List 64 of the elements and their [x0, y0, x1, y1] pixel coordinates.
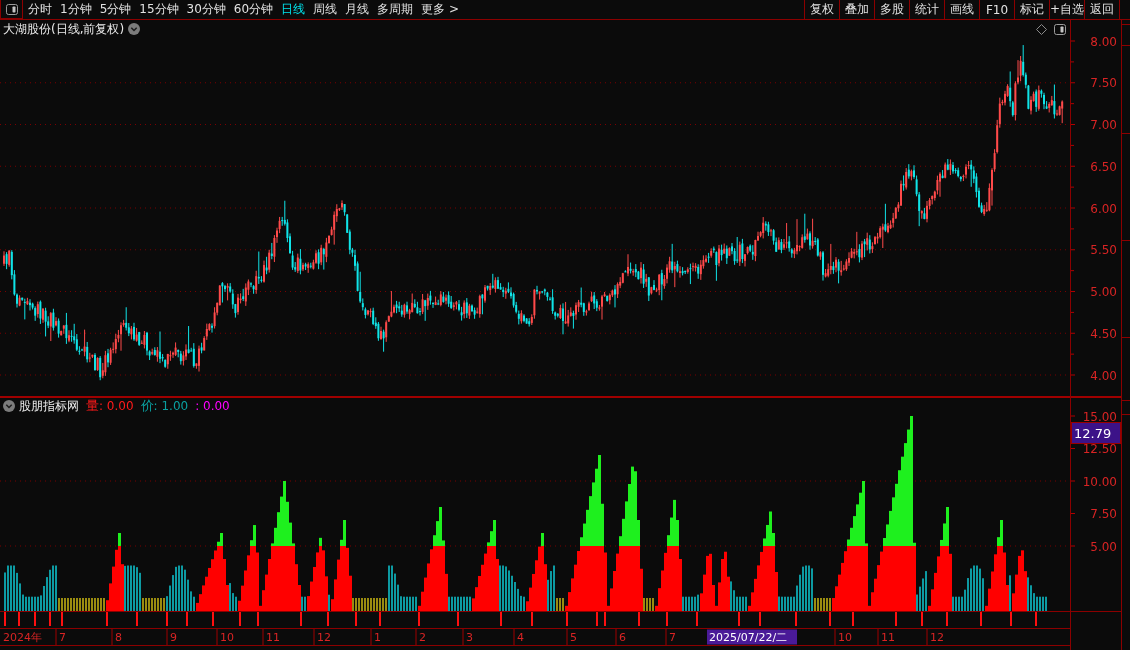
toolbar-button[interactable]: 复权	[804, 0, 839, 19]
price-axis-label: 4.00	[1090, 368, 1117, 383]
period-tab[interactable]: 15分钟	[135, 0, 183, 19]
period-tab[interactable]: 月线	[341, 0, 374, 19]
date-axis-label: 3	[466, 631, 473, 644]
date-axis-label: 2024年	[3, 631, 42, 644]
diamond-icon[interactable]	[1036, 23, 1047, 35]
price-axis-label: 6.00	[1090, 201, 1117, 216]
date-axis-label: 1	[374, 631, 381, 644]
date-axis-label: 10	[220, 631, 234, 644]
indicator-axis-label: 7.50	[1090, 507, 1117, 521]
date-axis-label: 6	[619, 631, 626, 644]
date-axis-label: 10	[838, 631, 852, 644]
date-axis-label: 2	[419, 631, 426, 644]
period-tab[interactable]: 更多 >	[417, 0, 463, 19]
toolbar-button[interactable]: 多股	[874, 0, 909, 19]
price-axis-label: 5.00	[1090, 285, 1117, 299]
panel-toggle-button[interactable]	[0, 0, 23, 19]
toolbar-button[interactable]: 叠加	[839, 0, 874, 19]
price-axis-label: 5.50	[1090, 243, 1117, 258]
legend-item: : 0.00	[195, 399, 230, 413]
indicator-name: 股朋指标网	[19, 397, 79, 415]
date-axis-label: 8	[115, 631, 122, 644]
period-tab[interactable]: 多周期	[373, 0, 418, 19]
indicator-axis-label: 12.50	[1082, 442, 1117, 456]
legend-item: 量: 0.00	[86, 397, 134, 415]
split-square-icon[interactable]	[5, 3, 18, 15]
toolbar-button[interactable]: +自选	[1049, 0, 1084, 19]
date-axis-label: 12	[930, 631, 944, 644]
indicator-axis-label: 5.00	[1090, 539, 1117, 554]
toolbar-button[interactable]: 统计	[909, 0, 944, 19]
period-tab[interactable]: 1分钟	[56, 0, 96, 19]
period-tab[interactable]: 5分钟	[95, 0, 136, 19]
period-tab[interactable]: 分时	[24, 0, 56, 19]
price-axis-label: 7.00	[1090, 118, 1117, 132]
period-tab[interactable]: 60分钟	[229, 0, 278, 19]
chevron-circle-icon[interactable]	[3, 400, 15, 412]
indicator-axis-label: 10.00	[1082, 474, 1117, 489]
price-axis-label: 6.50	[1090, 159, 1117, 174]
period-tab[interactable]: 周线	[309, 0, 342, 19]
date-cursor-label: 2025/07/22/二	[707, 629, 797, 645]
indicator-axis-label: 15.00	[1082, 409, 1117, 424]
toolbar-button[interactable]: 返回	[1084, 0, 1119, 19]
date-axis-label: 11	[881, 631, 895, 644]
date-axis-label: 9	[170, 631, 177, 644]
date-axis-label: 11	[266, 631, 280, 644]
period-tab[interactable]: 日线	[277, 0, 310, 19]
date-axis-label: 4	[517, 631, 524, 644]
current-value-label: 12.79	[1071, 422, 1121, 444]
toolbar-button[interactable]: 画线	[944, 0, 979, 19]
chart-title: 大湖股份(日线,前复权)	[3, 20, 125, 38]
price-axis-label: 4.50	[1090, 326, 1117, 341]
toolbar-button[interactable]: 标记	[1014, 0, 1049, 19]
date-axis-label: 12	[317, 631, 331, 644]
date-axis-label: 7	[59, 631, 66, 644]
legend-item: 价: 1.00	[140, 397, 189, 415]
date-axis-label: 7	[669, 631, 676, 644]
date-axis-label: 5	[570, 631, 577, 644]
period-tab[interactable]: 30分钟	[182, 0, 230, 19]
chevron-circle-icon[interactable]	[128, 23, 141, 35]
split-square-icon[interactable]	[1054, 23, 1066, 35]
toolbar-button[interactable]: F10	[979, 0, 1014, 19]
price-axis-label: 8.00	[1090, 34, 1117, 49]
price-axis-label: 7.50	[1090, 76, 1117, 91]
